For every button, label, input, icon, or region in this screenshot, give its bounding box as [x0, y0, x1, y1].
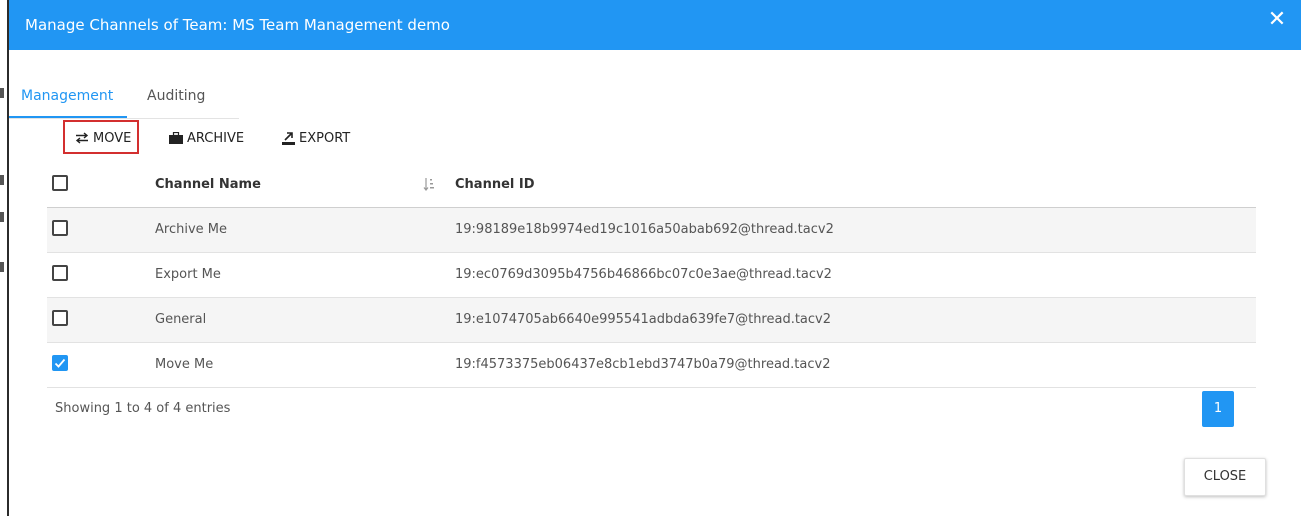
edge-mark: [0, 212, 4, 222]
table-row[interactable]: Export Me 19:ec0769d3095b4756b46866bc07c…: [47, 253, 1256, 298]
dialog-title: Manage Channels of Team: MS Team Managem…: [25, 16, 450, 34]
channel-name-cell: Move Me: [155, 357, 214, 372]
dialog-header: Manage Channels of Team: MS Team Managem…: [9, 0, 1301, 50]
toolbar: MOVE ARCHIVE EXPORT: [9, 120, 609, 156]
move-label: MOVE: [93, 130, 132, 146]
channel-id-cell: 19:f4573375eb06437e8cb1ebd3747b0a79@thre…: [455, 357, 831, 372]
background-window-edge: [0, 0, 9, 516]
row-checkbox[interactable]: [52, 310, 68, 326]
row-checkbox[interactable]: [52, 265, 68, 281]
channel-id-cell: 19:ec0769d3095b4756b46866bc07c0e3ae@thre…: [455, 267, 832, 282]
table-header-row: Channel Name Channel ID: [47, 163, 1256, 208]
export-button[interactable]: EXPORT: [282, 125, 350, 151]
select-all-checkbox[interactable]: [52, 175, 68, 191]
edge-mark: [0, 175, 4, 185]
row-checkbox-checked[interactable]: [52, 355, 68, 371]
pagination-page-1[interactable]: 1: [1202, 391, 1234, 427]
table-row[interactable]: Archive Me 19:98189e18b9974ed19c1016a50a…: [47, 208, 1256, 253]
archive-label: ARCHIVE: [187, 130, 245, 146]
briefcase-icon: [169, 132, 183, 144]
channel-name-cell: General: [155, 312, 207, 327]
edge-mark: [0, 262, 4, 272]
tab-management[interactable]: Management: [21, 88, 113, 104]
manage-channels-dialog: Manage Channels of Team: MS Team Managem…: [9, 0, 1301, 516]
archive-button[interactable]: ARCHIVE: [169, 125, 244, 151]
table-row[interactable]: General 19:e1074705ab6640e995541adbda639…: [47, 298, 1256, 343]
move-button[interactable]: MOVE: [75, 125, 131, 151]
channel-name-cell: Archive Me: [155, 222, 227, 237]
close-button[interactable]: CLOSE: [1184, 458, 1266, 496]
channel-id-cell: 19:98189e18b9974ed19c1016a50abab692@thre…: [455, 222, 834, 237]
channel-name-cell: Export Me: [155, 267, 221, 282]
active-tab-indicator: [9, 116, 127, 118]
tab-auditing[interactable]: Auditing: [147, 88, 205, 104]
export-label: EXPORT: [299, 130, 351, 146]
row-checkbox[interactable]: [52, 220, 68, 236]
column-header-channel-id[interactable]: Channel ID: [455, 163, 535, 207]
column-header-channel-name[interactable]: Channel Name: [155, 163, 261, 207]
table-row[interactable]: Move Me 19:f4573375eb06437e8cb1ebd3747b0…: [47, 343, 1256, 388]
close-icon[interactable]: ✕: [1265, 8, 1289, 32]
checkmark-icon: [54, 358, 66, 368]
channel-id-cell: 19:e1074705ab6640e995541adbda639fe7@thre…: [455, 312, 832, 327]
export-icon: [282, 131, 295, 145]
edge-mark: [0, 88, 4, 98]
channels-table: Channel Name Channel ID Archive Me 19:98…: [47, 163, 1256, 388]
entries-info: Showing 1 to 4 of 4 entries: [55, 401, 231, 416]
sort-icon[interactable]: [423, 177, 435, 191]
swap-arrows-icon: [75, 132, 89, 144]
tab-bar: Management Auditing: [9, 80, 239, 119]
